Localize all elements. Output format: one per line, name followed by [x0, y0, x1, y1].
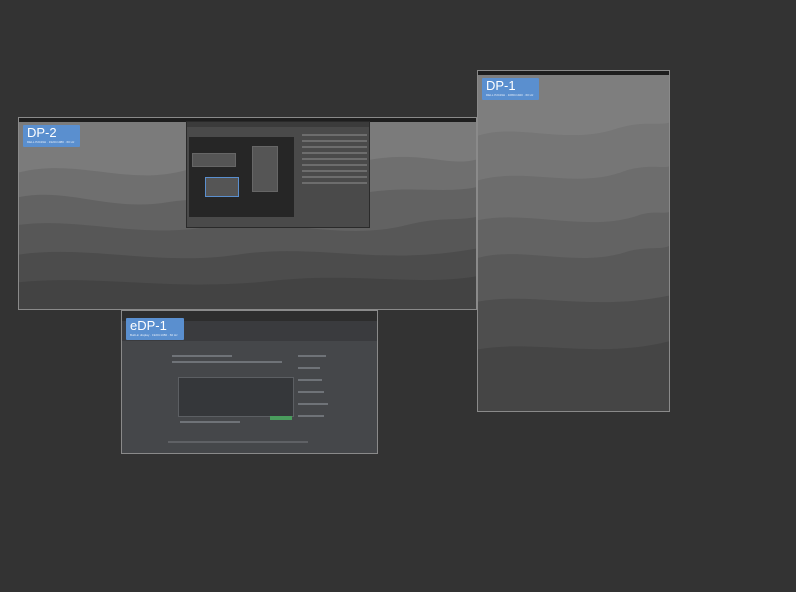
- display-resolution: DELL P2419H · 1080×1920 · 60 Hz: [486, 93, 534, 97]
- panel-bar-dp-1: [478, 71, 669, 75]
- mini-monitor: [192, 153, 236, 167]
- monitor-edp-1[interactable]: eDP-1 Built-in display · 1920×1080 · 60 …: [121, 310, 378, 454]
- comment-box: [178, 377, 294, 417]
- display-label-dp-1: DP-1 DELL P2419H · 1080×1920 · 60 Hz: [482, 78, 540, 100]
- display-name: DP-2: [27, 125, 57, 140]
- display-label-edp-1: eDP-1 Built-in display · 1920×1080 · 60 …: [126, 318, 184, 340]
- display-resolution: Built-in display · 1920×1080 · 60 Hz: [130, 333, 178, 337]
- display-name: eDP-1: [130, 318, 167, 333]
- display-label-dp-2: DP-2 DELL P2419H · 1920×1080 · 60 Hz: [23, 125, 81, 147]
- web-page-content: [122, 341, 377, 453]
- display-settings-window-preview: [186, 121, 370, 228]
- monitor-dp-2[interactable]: DP-2 DELL P2419H · 1920×1080 · 60 Hz: [18, 117, 477, 310]
- wallpaper-dp-1: [478, 71, 669, 411]
- display-name: DP-1: [486, 78, 516, 93]
- submit-button: [270, 416, 292, 420]
- mini-monitor: [252, 146, 278, 192]
- settings-form-rows: [302, 130, 367, 188]
- monitor-dp-1[interactable]: DP-1 DELL P2419H · 1080×1920 · 60 Hz: [477, 70, 670, 412]
- settings-titlebar: [187, 122, 369, 127]
- mini-monitor: [205, 177, 239, 197]
- display-arrangement-canvas[interactable]: DP-2 DELL P2419H · 1920×1080 · 60 Hz DP-…: [0, 0, 796, 592]
- display-resolution: DELL P2419H · 1920×1080 · 60 Hz: [27, 140, 75, 144]
- settings-arrangement-preview: [189, 137, 294, 217]
